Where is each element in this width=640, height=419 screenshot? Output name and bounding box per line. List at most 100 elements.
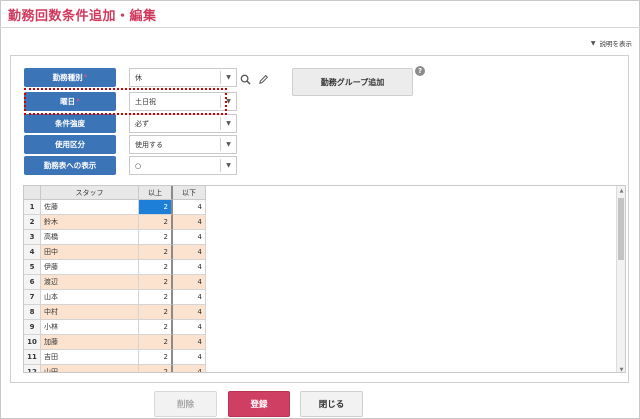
usage-value: 使用する xyxy=(135,140,163,149)
min-count-cell[interactable]: 2 xyxy=(139,290,173,305)
usage-select[interactable]: 使用する ▼ xyxy=(129,135,237,154)
show-help-link[interactable]: ▼ 説明を表示 xyxy=(590,38,633,49)
table-row[interactable]: 9 小林 2 4 xyxy=(24,320,206,335)
scroll-down-icon[interactable]: ▼ xyxy=(617,365,625,373)
table-row[interactable]: 6 渡辺 2 4 xyxy=(24,275,206,290)
row-index: 9 xyxy=(24,320,41,335)
condition-strength-select[interactable]: 必ず ▼ xyxy=(129,114,237,133)
max-count-cell[interactable]: 4 xyxy=(173,365,206,372)
max-count-cell[interactable]: 4 xyxy=(173,215,206,230)
required-mark: * xyxy=(83,73,88,82)
weekday-highlight xyxy=(24,88,227,115)
header-max[interactable]: 以下 xyxy=(173,186,206,200)
min-count-cell[interactable]: 2 xyxy=(139,215,173,230)
header-index xyxy=(24,186,41,200)
condition-strength-label: 条件強度 xyxy=(24,114,116,133)
max-count-cell[interactable]: 4 xyxy=(173,260,206,275)
min-count-cell[interactable]: 2 xyxy=(139,275,173,290)
display-select[interactable]: ○ ▼ xyxy=(129,156,237,175)
min-count-cell[interactable]: 2 xyxy=(139,200,173,215)
staff-name-cell: 加藤 xyxy=(41,335,139,350)
chevron-down-icon[interactable]: ▼ xyxy=(220,117,236,130)
edit-pencil-icon[interactable] xyxy=(256,72,270,86)
table-row[interactable]: 12 山田 2 4 xyxy=(24,365,206,372)
triangle-down-icon: ▼ xyxy=(590,39,596,47)
table-row[interactable]: 5 伊藤 2 4 xyxy=(24,260,206,275)
close-button[interactable]: 閉じる xyxy=(300,391,363,417)
header-staff[interactable]: スタッフ xyxy=(41,186,139,200)
row-index: 5 xyxy=(24,260,41,275)
staff-name-cell: 伊藤 xyxy=(41,260,139,275)
row-index: 12 xyxy=(24,365,41,372)
table-row[interactable]: 1 佐藤 2 4 xyxy=(24,200,206,215)
show-help-label: 説明を表示 xyxy=(599,40,633,48)
row-index: 2 xyxy=(24,215,41,230)
table-row[interactable]: 10 加藤 2 4 xyxy=(24,335,206,350)
chevron-down-icon[interactable]: ▼ xyxy=(220,71,236,84)
work-type-select[interactable]: 休 ▼ xyxy=(129,68,237,87)
max-count-cell[interactable]: 4 xyxy=(173,350,206,365)
condition-strength-value: 必ず xyxy=(135,119,149,128)
chevron-down-icon[interactable]: ▼ xyxy=(220,159,236,172)
row-index: 6 xyxy=(24,275,41,290)
row-index: 3 xyxy=(24,230,41,245)
staff-name-cell: 山田 xyxy=(41,365,139,372)
staff-name-cell: 中村 xyxy=(41,305,139,320)
scrollbar-thumb[interactable] xyxy=(618,198,624,260)
title-divider xyxy=(0,27,640,28)
chevron-down-icon[interactable]: ▼ xyxy=(220,138,236,151)
delete-button[interactable]: 削除 xyxy=(154,391,217,417)
usage-label: 使用区分 xyxy=(24,135,116,154)
min-count-cell[interactable]: 2 xyxy=(139,245,173,260)
row-index: 1 xyxy=(24,200,41,215)
table-row[interactable]: 4 田中 2 4 xyxy=(24,245,206,260)
row-index: 4 xyxy=(24,245,41,260)
min-count-cell[interactable]: 2 xyxy=(139,260,173,275)
max-count-cell[interactable]: 4 xyxy=(173,230,206,245)
max-count-cell[interactable]: 4 xyxy=(173,275,206,290)
page-title: 勤務回数条件追加・編集 xyxy=(8,9,157,24)
min-count-cell[interactable]: 2 xyxy=(139,305,173,320)
grid-vertical-scrollbar[interactable]: ▲ ▼ xyxy=(616,186,625,373)
header-min[interactable]: 以上 xyxy=(139,186,173,200)
staff-name-cell: 佐藤 xyxy=(41,200,139,215)
staff-name-cell: 田中 xyxy=(41,245,139,260)
staff-name-cell: 山本 xyxy=(41,290,139,305)
max-count-cell[interactable]: 4 xyxy=(173,245,206,260)
display-label-text: 勤務表への表示 xyxy=(43,161,97,170)
min-count-cell[interactable]: 2 xyxy=(139,335,173,350)
staff-name-cell: 高橋 xyxy=(41,230,139,245)
min-count-cell[interactable]: 2 xyxy=(139,365,173,372)
add-work-group-button[interactable]: 勤務グループ追加 xyxy=(292,68,413,96)
table-row[interactable]: 8 中村 2 4 xyxy=(24,305,206,320)
table-row[interactable]: 3 高橋 2 4 xyxy=(24,230,206,245)
work-type-label: 勤務種別 * xyxy=(24,68,116,87)
register-button[interactable]: 登録 xyxy=(228,391,290,417)
min-count-cell[interactable]: 2 xyxy=(139,350,173,365)
table-row[interactable]: 11 吉田 2 4 xyxy=(24,350,206,365)
max-count-cell[interactable]: 4 xyxy=(173,200,206,215)
min-count-cell[interactable]: 2 xyxy=(139,230,173,245)
display-value: ○ xyxy=(135,161,142,170)
row-index: 11 xyxy=(24,350,41,365)
max-count-cell[interactable]: 4 xyxy=(173,305,206,320)
max-count-cell[interactable]: 4 xyxy=(173,290,206,305)
row-index: 8 xyxy=(24,305,41,320)
search-icon[interactable] xyxy=(238,72,252,86)
row-index: 10 xyxy=(24,335,41,350)
staff-name-cell: 渡辺 xyxy=(41,275,139,290)
staff-name-cell: 鈴木 xyxy=(41,215,139,230)
table-row[interactable]: 2 鈴木 2 4 xyxy=(24,215,206,230)
table-row[interactable]: 7 山本 2 4 xyxy=(24,290,206,305)
min-count-cell[interactable]: 2 xyxy=(139,320,173,335)
grid-header: スタッフ 以上 以下 xyxy=(24,186,206,200)
grid-body: 1 佐藤 2 4 2 鈴木 2 4 3 高橋 2 4 4 田中 2 4 5 伊藤 2 4 6 渡辺 2 4 7 山本 2 4 8 中村 2 4… xyxy=(24,200,206,372)
max-count-cell[interactable]: 4 xyxy=(173,320,206,335)
scroll-up-icon[interactable]: ▲ xyxy=(617,186,625,195)
display-label: 勤務表への表示 xyxy=(24,156,116,175)
work-type-value: 休 xyxy=(135,73,142,82)
work-type-label-text: 勤務種別 xyxy=(52,73,83,82)
staff-name-cell: 小林 xyxy=(41,320,139,335)
help-question-icon[interactable]: ? xyxy=(415,66,425,76)
max-count-cell[interactable]: 4 xyxy=(173,335,206,350)
